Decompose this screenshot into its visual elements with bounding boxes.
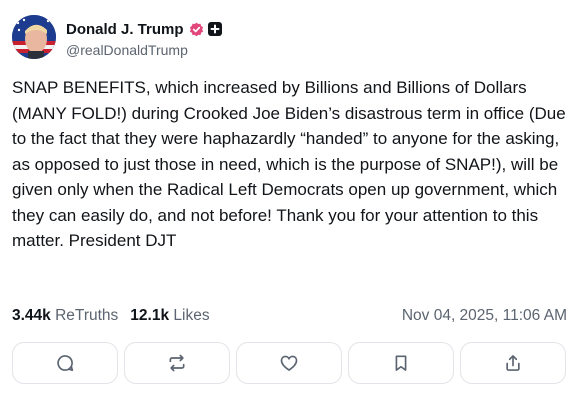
retruths-label: ReTruths: [55, 307, 119, 324]
post-header: Donald J. Trump @realDonaldTrump: [12, 15, 568, 59]
share-button[interactable]: [460, 342, 566, 384]
likes-count: 12.1k: [130, 307, 170, 324]
author-name[interactable]: Donald J. Trump: [66, 21, 184, 38]
action-bar: [12, 342, 566, 384]
plus-badge-icon: [207, 22, 222, 36]
retruth-icon: [169, 354, 185, 372]
post-text: SNAP BENEFITS, which increased by Billio…: [12, 78, 566, 250]
author-handle[interactable]: @realDonaldTrump: [66, 42, 188, 58]
retruth-button[interactable]: [124, 342, 230, 384]
likes-stat[interactable]: 12.1k Likes: [130, 307, 209, 325]
likes-label: Likes: [173, 307, 210, 324]
like-button[interactable]: [236, 342, 342, 384]
like-icon: [280, 355, 298, 371]
bookmark-icon: [395, 355, 407, 371]
retruths-count: 3.44k: [12, 307, 51, 324]
share-icon: [506, 355, 520, 371]
author-name-row: Donald J. Trump: [66, 20, 222, 38]
post-stats: 3.44k ReTruths 12.1k Likes: [12, 307, 210, 325]
bookmark-button[interactable]: [348, 342, 454, 384]
post-timestamp[interactable]: Nov 04, 2025, 11:06 AM: [402, 307, 567, 325]
reply-button[interactable]: [12, 342, 118, 384]
avatar[interactable]: [12, 15, 56, 59]
reply-icon: [57, 355, 74, 371]
verified-badge-icon: [189, 22, 203, 36]
retruths-stat[interactable]: 3.44k ReTruths: [12, 307, 118, 325]
